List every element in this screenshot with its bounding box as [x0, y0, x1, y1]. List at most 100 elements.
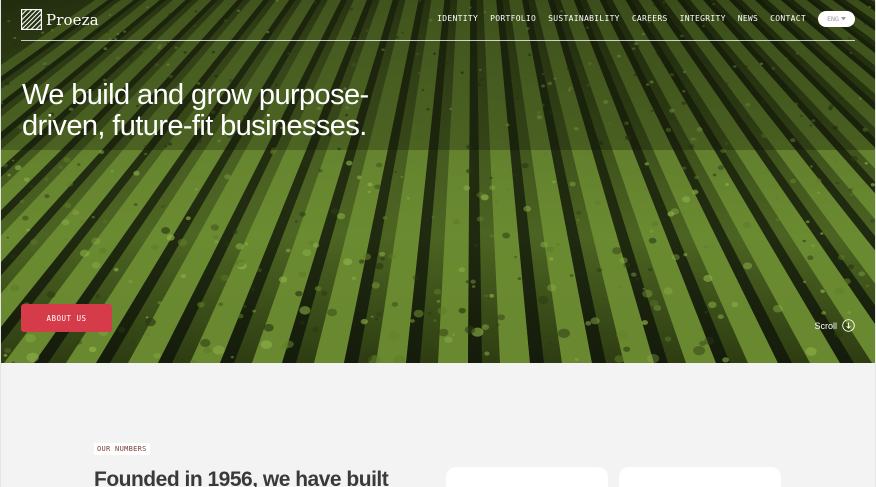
leaf-texture: [400, 175, 404, 178]
leaf-texture: [585, 321, 592, 326]
brand-logo[interactable]: Proeza: [21, 9, 99, 30]
leaf-texture: [260, 340, 272, 349]
leaf-texture: [330, 208, 339, 215]
scroll-indicator[interactable]: Scroll: [814, 319, 855, 332]
leaf-texture: [302, 249, 312, 257]
leaf-texture: [463, 185, 471, 191]
leaf-texture: [351, 276, 357, 281]
leaf-texture: [318, 168, 323, 173]
leaf-texture: [263, 323, 274, 332]
leaf-texture: [540, 241, 548, 248]
leaf-texture: [343, 258, 353, 266]
leaf-texture: [569, 181, 576, 187]
leaf-texture: [370, 315, 374, 318]
leaf-texture: [805, 220, 810, 224]
leaf-texture: [3, 354, 8, 357]
leaf-texture: [619, 257, 628, 264]
leaf-texture: [848, 188, 853, 192]
leaf-texture: [272, 244, 275, 248]
leaf-texture: [133, 170, 140, 176]
leaf-texture: [489, 293, 495, 298]
caret-down-icon: [840, 17, 846, 21]
nav-item-integrity[interactable]: INTEGRITY: [680, 14, 726, 23]
leaf-texture: [284, 340, 294, 348]
nav-item-identity[interactable]: IDENTITY: [437, 14, 478, 23]
leaf-texture: [513, 174, 517, 177]
leaf-texture: [299, 211, 306, 217]
leaf-texture: [153, 352, 161, 359]
leaf-texture: [26, 352, 39, 363]
leaf-texture: [320, 290, 328, 296]
leaf-texture: [244, 242, 249, 246]
leaf-texture: [382, 216, 388, 220]
leaf-texture: [72, 210, 80, 216]
leaf-texture: [224, 174, 231, 180]
nav-item-news[interactable]: NEWS: [738, 14, 758, 23]
leaf-texture: [212, 345, 225, 355]
leaf-texture: [252, 309, 256, 313]
leaf-texture: [427, 311, 433, 316]
leaf-texture: [391, 301, 399, 307]
leaf-texture: [630, 272, 637, 277]
leaf-texture: [466, 168, 473, 174]
leaf-texture: [336, 212, 346, 220]
leaf-texture: [237, 313, 244, 319]
leaf-texture: [682, 196, 691, 203]
leaf-texture: [775, 218, 780, 222]
leaf-texture: [870, 183, 875, 187]
leaf-texture: [644, 162, 649, 166]
leaf-texture: [223, 241, 230, 247]
language-selector[interactable]: ENG: [818, 11, 855, 27]
section-title: Founded in 1956, we have built: [94, 468, 389, 487]
hero-headline: We build and grow purpose-driven, future…: [22, 79, 369, 142]
nav-item-portfolio[interactable]: PORTFOLIO: [490, 14, 536, 23]
leaf-texture: [612, 247, 622, 255]
leaf-texture: [410, 319, 415, 323]
leaf-texture: [6, 236, 10, 239]
leaf-texture: [79, 249, 90, 258]
leaf-texture: [117, 326, 126, 333]
leaf-texture: [374, 184, 381, 190]
hero-section: Proeza IDENTITY PORTFOLIO SUSTAINABILITY…: [1, 0, 875, 363]
leaf-texture: [63, 157, 71, 163]
leaf-texture: [458, 307, 466, 314]
about-us-button[interactable]: ABOUT US: [21, 304, 112, 332]
leaf-texture: [88, 346, 97, 353]
leaf-texture: [489, 233, 495, 238]
leaf-texture: [703, 245, 709, 250]
leaf-texture: [546, 246, 554, 253]
nav-item-careers[interactable]: CAREERS: [632, 14, 668, 23]
nav-item-contact[interactable]: CONTACT: [770, 14, 806, 23]
leaf-texture: [327, 308, 338, 317]
leaf-texture: [19, 199, 25, 204]
leaf-texture: [29, 239, 38, 245]
stat-card-content: · · ·: [635, 483, 665, 487]
leaf-texture: [699, 327, 703, 331]
leaf-texture: [648, 237, 657, 244]
leaf-texture: [10, 255, 15, 259]
leaf-texture: [704, 310, 708, 314]
leaf-texture: [412, 275, 420, 281]
leaf-texture: [356, 175, 362, 180]
leaf-texture: [64, 238, 68, 241]
stat-card-content: · · ·: [462, 483, 492, 487]
nav-item-sustainability[interactable]: SUSTAINABILITY: [548, 14, 620, 23]
leaf-texture: [849, 193, 853, 196]
leaf-texture: [496, 323, 500, 326]
leaf-texture: [574, 357, 579, 362]
leaf-texture: [649, 229, 654, 233]
main-nav: IDENTITY PORTFOLIO SUSTAINABILITY CAREER…: [437, 14, 806, 23]
brand-name: Proeza: [46, 10, 99, 29]
leaf-texture: [594, 200, 601, 206]
leaf-texture: [809, 165, 813, 168]
leaf-texture: [278, 276, 288, 283]
leaf-texture: [484, 294, 488, 298]
leaf-texture: [437, 307, 448, 315]
leaf-texture: [773, 304, 783, 313]
leaf-texture: [235, 259, 246, 268]
leaf-texture: [23, 177, 30, 182]
leaf-texture: [194, 188, 198, 191]
leaf-texture: [362, 253, 372, 260]
leaf-texture: [203, 347, 212, 354]
leaf-texture: [756, 165, 760, 169]
